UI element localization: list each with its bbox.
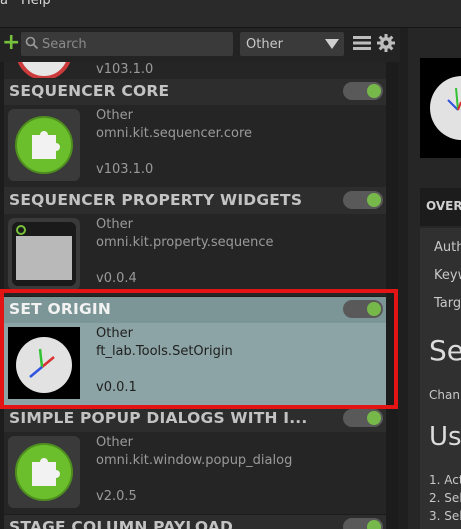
extension-category: Other — [96, 326, 133, 341]
extension-id: omni.kit.property.sequence — [96, 235, 274, 250]
toggle-knob — [367, 193, 381, 207]
doc-heading: Set — [429, 334, 461, 367]
extension-version: v103.1.0 — [96, 62, 154, 77]
chevron-down-icon — [325, 39, 339, 49]
list-item-selected[interactable]: SET ORIGIN Other ft_lab.Tools.SetOrigin … — [4, 297, 386, 405]
filter-value: Other — [246, 37, 283, 52]
enable-toggle[interactable] — [343, 518, 383, 529]
puzzle-icon — [15, 116, 73, 174]
scrollbar[interactable] — [389, 62, 398, 529]
extension-icon — [8, 436, 80, 508]
tab-overview[interactable]: OVERV — [420, 188, 461, 226]
extension-version: v0.0.1 — [96, 380, 137, 395]
hamburger-menu-icon[interactable] — [353, 35, 371, 51]
enable-toggle[interactable] — [343, 191, 383, 209]
doc-step: 3. Sel — [429, 509, 461, 523]
extension-title: SET ORIGIN — [9, 300, 112, 318]
axis-sphere-icon — [16, 337, 72, 393]
overview-content: Auth Keyw Targ Set Chan Usa 1. Act 2. Se… — [420, 228, 461, 529]
extension-category: Other — [96, 435, 133, 450]
menu-bar: a Help — [0, 0, 461, 28]
extension-id: omni.kit.sequencer.core — [96, 126, 253, 141]
extension-title: STAGE COLUMN PAYLOAD — [9, 518, 234, 529]
extensions-toolbar: + Search Other — [0, 28, 400, 62]
extension-list[interactable]: v103.1.0 SEQUENCER CORE Other omni.kit.s… — [0, 62, 398, 529]
doc-step: 2. Sel — [429, 491, 461, 505]
puzzle-icon — [15, 443, 73, 501]
toggle-knob — [367, 302, 381, 316]
toggle-knob — [367, 520, 381, 529]
list-item[interactable]: SEQUENCER CORE Other omni.kit.sequencer.… — [4, 79, 386, 188]
extension-icon — [8, 327, 80, 399]
window-icon — [12, 222, 76, 286]
detail-row-label: Keyw — [434, 268, 461, 283]
extension-icon — [8, 62, 80, 80]
search-icon — [25, 36, 39, 50]
add-icon[interactable]: + — [2, 32, 20, 54]
list-item[interactable]: STAGE COLUMN PAYLOAD — [4, 515, 386, 529]
extension-title: SIMPLE POPUP DIALOGS WITH I... — [9, 409, 308, 427]
extension-icon — [8, 218, 80, 290]
enable-toggle[interactable] — [343, 82, 383, 100]
list-item[interactable]: SEQUENCER PROPERTY WIDGETS Other omni.ki… — [4, 188, 386, 296]
extension-version: v2.0.5 — [96, 489, 137, 504]
doc-usage-heading: Usa — [429, 422, 461, 452]
enable-toggle[interactable] — [343, 409, 383, 427]
detail-row-label: Targ — [434, 296, 461, 311]
enable-toggle[interactable] — [343, 300, 383, 318]
extension-title: SEQUENCER CORE — [9, 82, 170, 100]
sphere-icon — [17, 62, 71, 80]
extension-id: omni.kit.window.popup_dialog — [96, 453, 293, 468]
gear-icon[interactable] — [376, 33, 396, 53]
search-input[interactable]: Search — [21, 32, 233, 56]
search-placeholder: Search — [42, 37, 87, 52]
extension-category: Other — [96, 108, 133, 123]
axis-sphere-icon — [430, 76, 461, 140]
extension-id: ft_lab.Tools.SetOrigin — [96, 344, 233, 359]
preview-image — [420, 58, 461, 158]
list-item[interactable]: SIMPLE POPUP DIALOGS WITH I... Other omn… — [4, 406, 386, 514]
category-filter-dropdown[interactable]: Other — [240, 32, 344, 56]
doc-changelog: Chan — [429, 388, 460, 402]
menu-item-help[interactable]: Help — [21, 0, 51, 8]
extension-version: v0.0.4 — [96, 271, 137, 286]
detail-row-label: Auth — [434, 240, 461, 255]
extension-icon — [8, 109, 80, 181]
extension-category: Other — [96, 217, 133, 232]
doc-step: 1. Act — [429, 473, 461, 487]
extension-version: v103.1.0 — [96, 162, 154, 177]
menu-item-partial[interactable]: a — [0, 0, 8, 8]
detail-panel: OVERV Auth Keyw Targ Set Chan Usa 1. Act… — [408, 28, 461, 529]
toggle-knob — [367, 84, 381, 98]
toggle-knob — [367, 411, 381, 425]
extension-title: SEQUENCER PROPERTY WIDGETS — [9, 191, 303, 209]
